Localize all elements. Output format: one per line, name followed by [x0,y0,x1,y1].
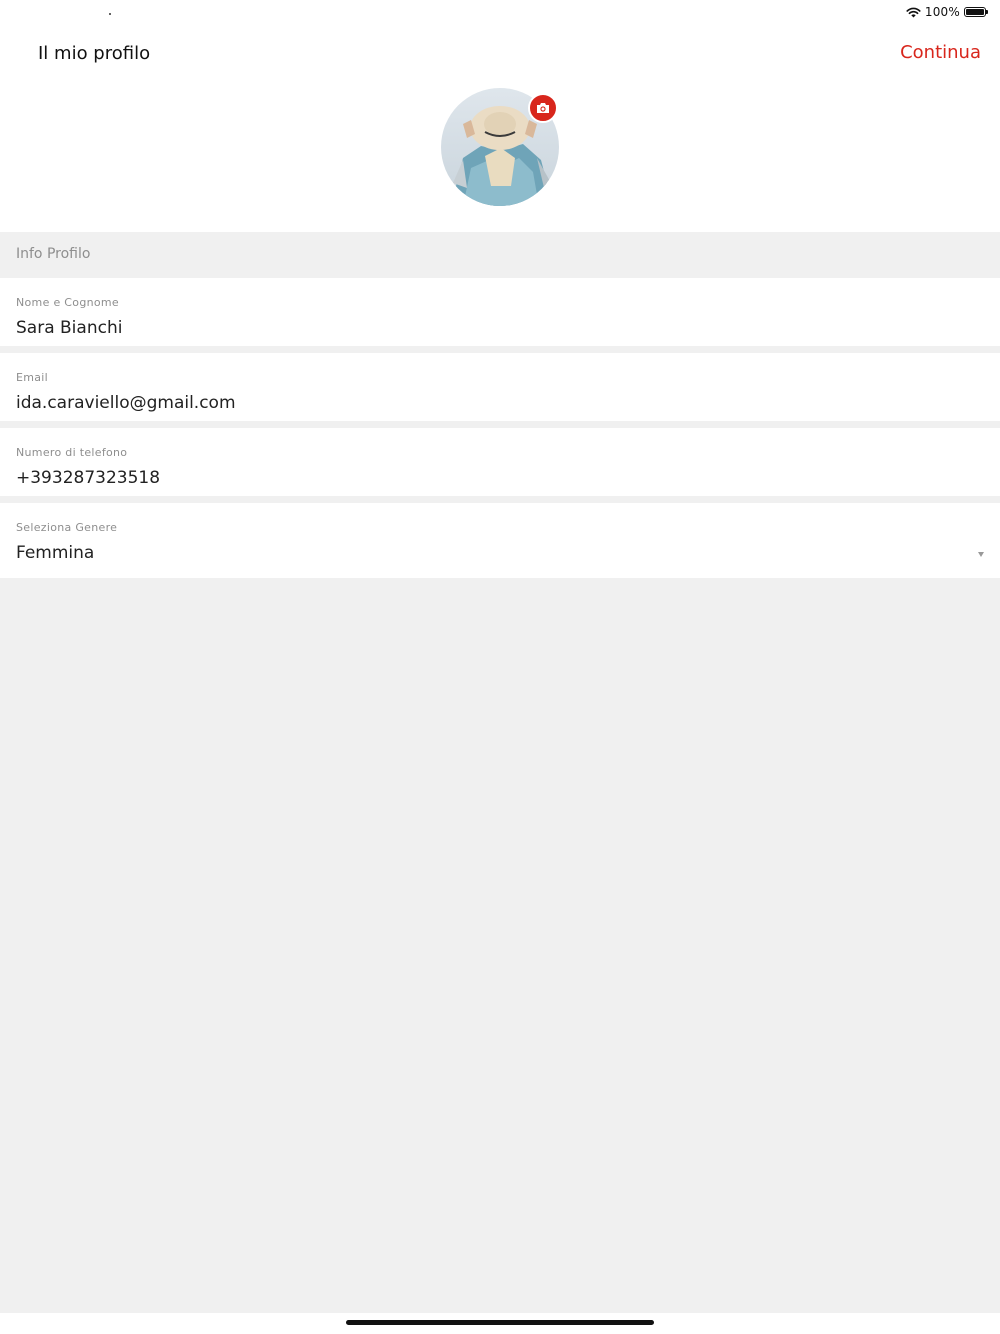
name-input[interactable] [16,318,916,338]
email-field[interactable]: Email [0,353,1000,421]
change-photo-button[interactable] [528,93,558,123]
email-label: Email [16,371,49,384]
status-indicators: 100% [906,3,988,21]
section-header: Info Profilo [0,232,1000,277]
email-input[interactable] [16,393,916,413]
continue-button[interactable]: Continua [900,42,981,63]
wifi-icon [906,7,921,17]
camera-icon [537,103,549,113]
battery-percentage: 100% [924,5,960,19]
name-field[interactable]: Nome e Cognome [0,278,1000,346]
chevron-down-icon[interactable] [978,552,984,557]
gender-label: Seleziona Genere [16,521,118,534]
status-bar: 100% [0,0,1000,24]
gender-value: Femmina [16,543,95,563]
phone-field[interactable]: Numero di telefono [0,428,1000,496]
status-dot [109,13,111,15]
phone-input[interactable] [16,468,916,488]
name-label: Nome e Cognome [16,296,119,309]
page-title: Il mio profilo [38,43,151,64]
gender-select[interactable]: Seleziona Genere Femmina [0,503,1000,578]
home-indicator[interactable] [346,1320,654,1325]
phone-label: Numero di telefono [16,446,128,459]
battery-icon [964,7,988,17]
section-title: Info Profilo [16,246,91,262]
